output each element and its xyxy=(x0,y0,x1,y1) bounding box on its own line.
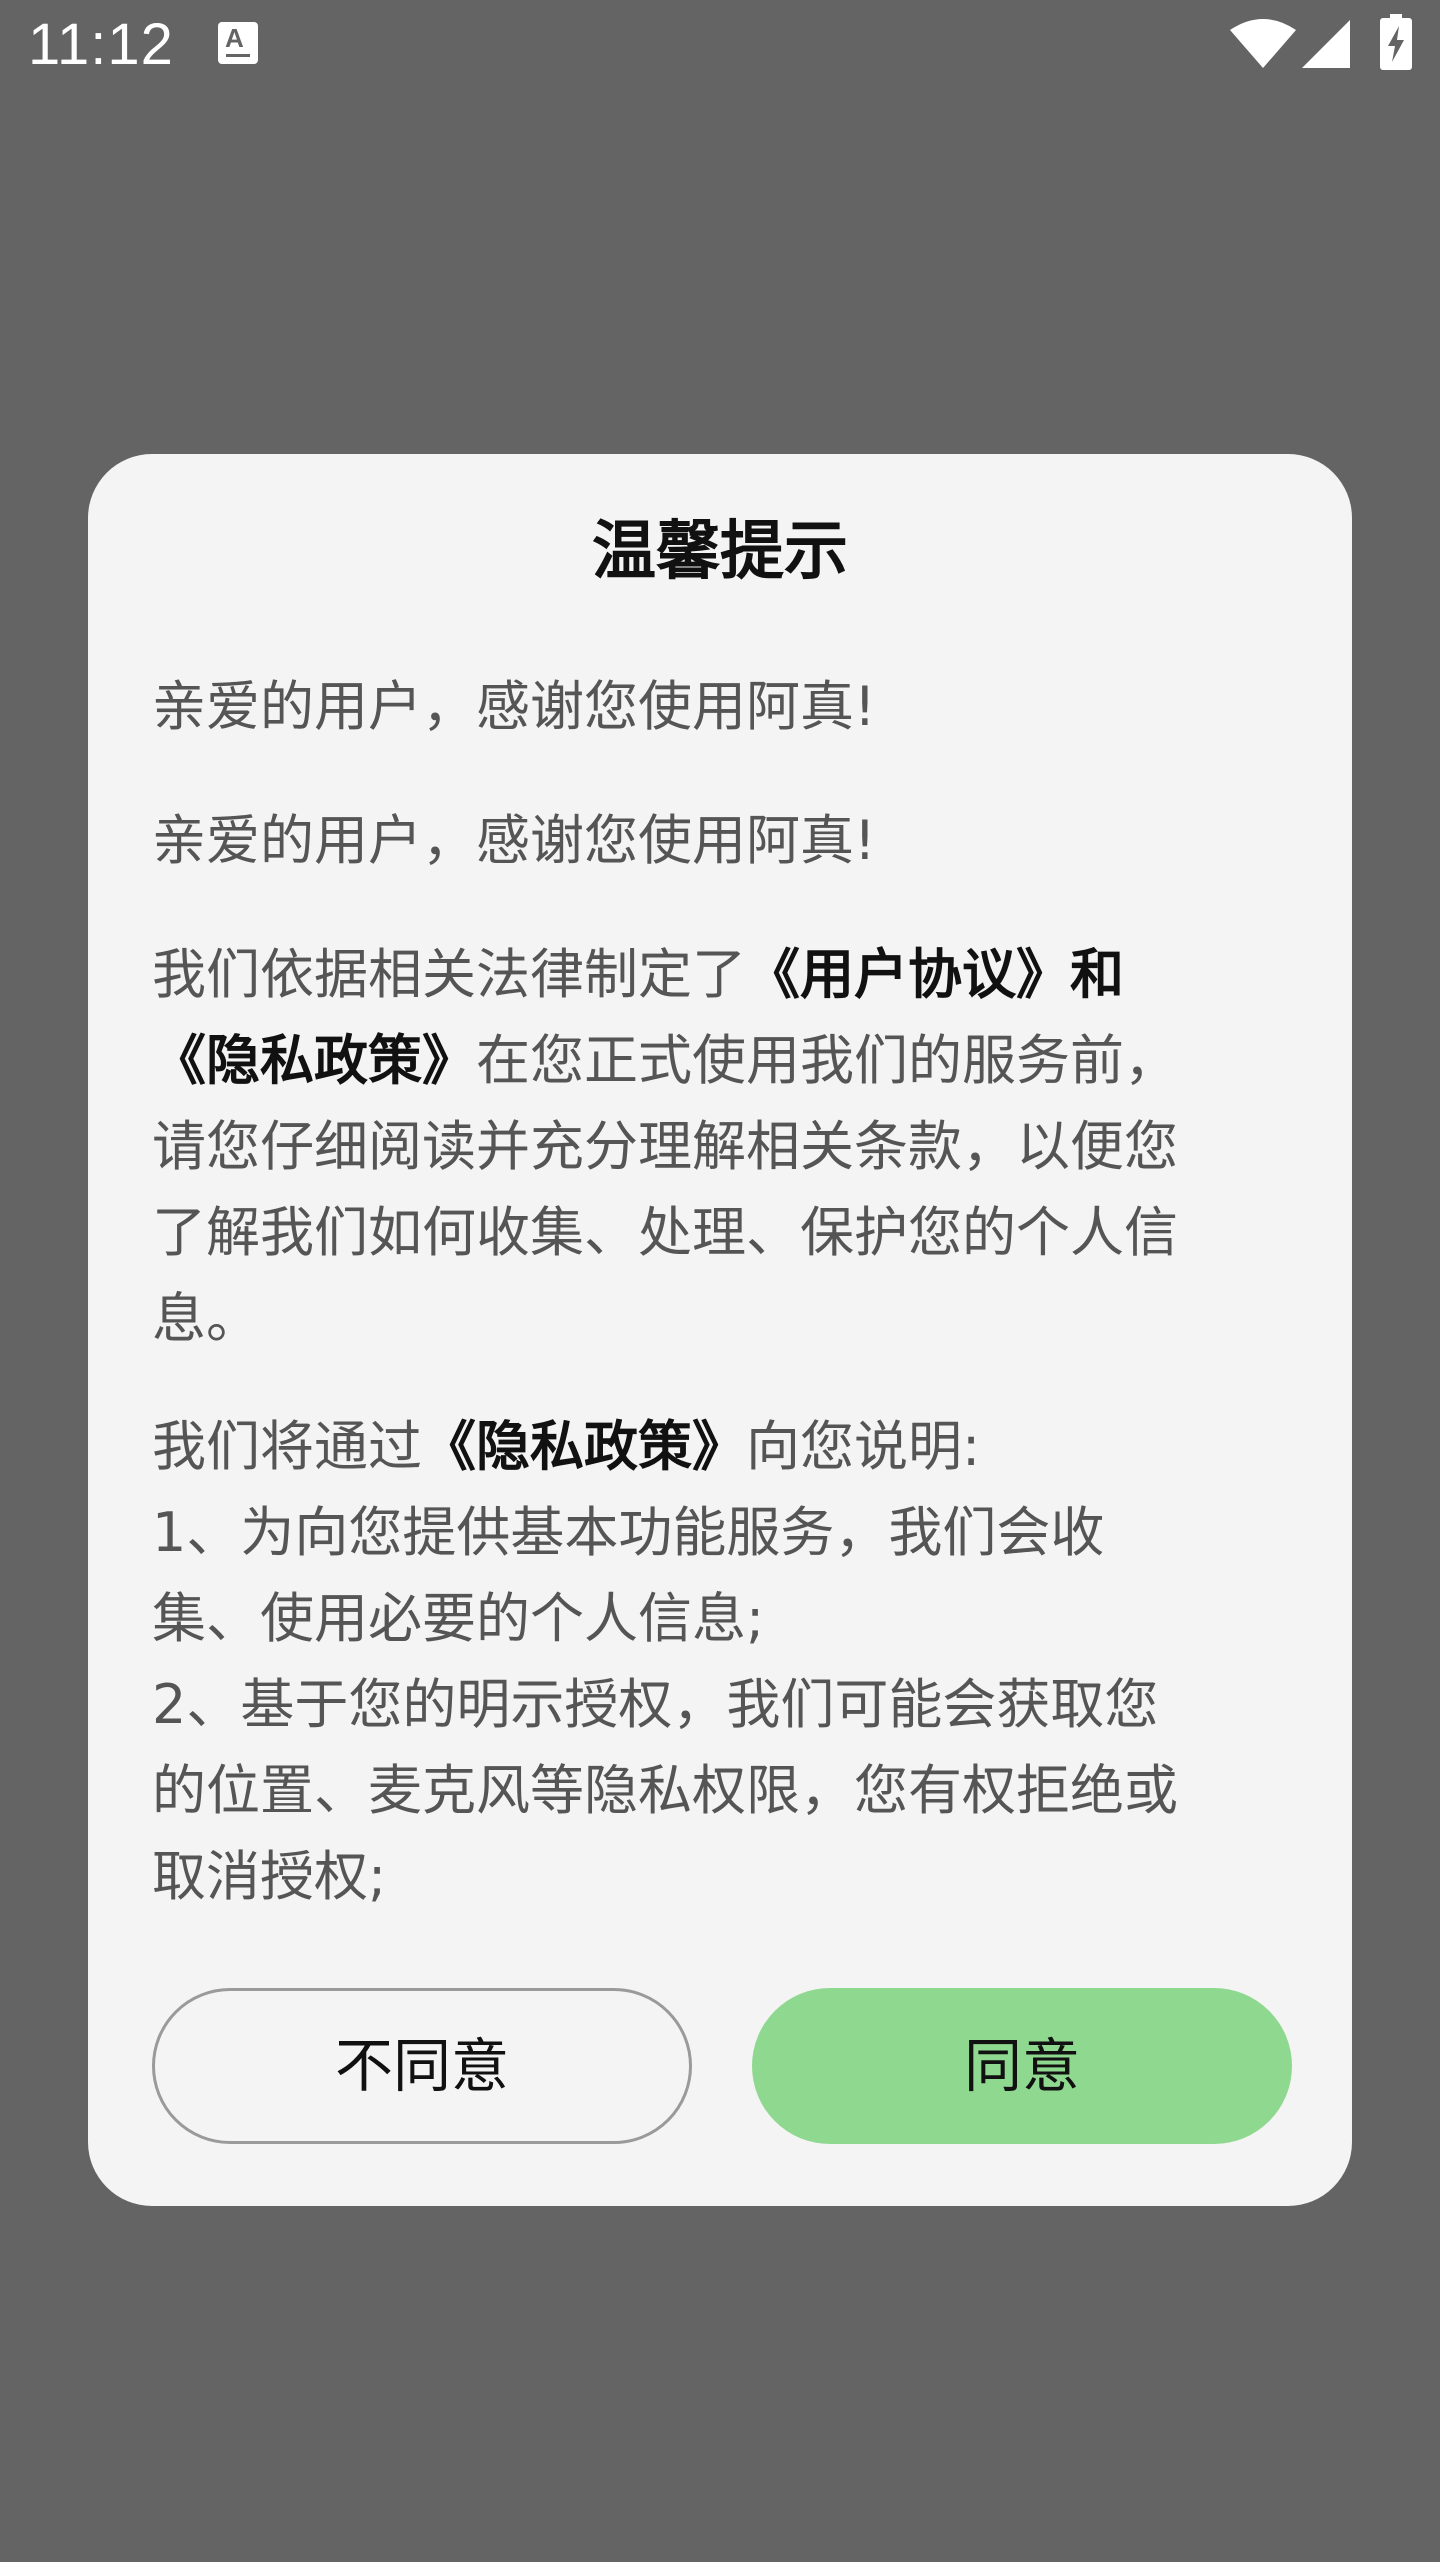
notification-icon: A xyxy=(218,22,258,64)
battery-charging-icon xyxy=(1380,14,1412,70)
agree-button[interactable]: 同意 xyxy=(752,1988,1292,2144)
status-time: 11:12 xyxy=(28,12,174,77)
summary-lead-end: 向您说明: xyxy=(746,1415,981,1478)
agreement-text-line: 在您正式使用我们的服务前， xyxy=(476,1029,1178,1092)
agreement-lead-text: 我们依据相关法律制定了 xyxy=(152,943,746,1006)
user-agreement-link[interactable]: 《用户协议》 xyxy=(746,943,1070,1006)
dialog-title: 温馨提示 xyxy=(592,515,848,589)
privacy-summary-paragraph: 我们将通过《隐私政策》向您说明: 1、为向您提供基本功能服务，我们会收 集、使用… xyxy=(152,1404,1302,1920)
agreement-text-line: 请您仔细阅读并充分理解相关条款，以便您 xyxy=(152,1115,1178,1178)
wifi-icon xyxy=(1230,19,1296,68)
agreement-paragraph: 我们依据相关法律制定了《用户协议》和 《隐私政策》在您正式使用我们的服务前， 请… xyxy=(152,932,1302,1362)
summary-item-line: 2、基于您的明示授权，我们可能会获取您 xyxy=(152,1673,1159,1736)
summary-lead-text: 我们将通过 xyxy=(152,1415,422,1478)
status-bar: 11:12 A xyxy=(0,0,1440,90)
summary-item-line: 取消授权; xyxy=(152,1845,387,1908)
privacy-dialog: 温馨提示 亲爱的用户，感谢您使用阿真! 亲爱的用户，感谢您使用阿真! 我们依据相… xyxy=(88,454,1352,2206)
agreement-conjunction: 和 xyxy=(1070,943,1124,1006)
summary-item-line: 1、为向您提供基本功能服务，我们会收 xyxy=(152,1501,1105,1564)
notification-glyph: A xyxy=(225,23,244,53)
summary-item-line: 的位置、麦克风等隐私权限，您有权拒绝或 xyxy=(152,1759,1178,1822)
signal-icon xyxy=(1302,20,1350,68)
privacy-policy-link[interactable]: 《隐私政策》 xyxy=(152,1029,476,1092)
privacy-policy-link[interactable]: 《隐私政策》 xyxy=(422,1415,746,1478)
agreement-text-line: 息。 xyxy=(152,1287,260,1350)
greeting-text: 亲爱的用户，感谢您使用阿真! xyxy=(152,675,876,738)
decline-button[interactable]: 不同意 xyxy=(152,1988,692,2144)
greeting-text-repeat: 亲爱的用户，感谢您使用阿真! xyxy=(152,809,876,872)
summary-item-line: 集、使用必要的个人信息; xyxy=(152,1587,765,1650)
agreement-text-line: 了解我们如何收集、处理、保护您的个人信 xyxy=(152,1201,1178,1264)
